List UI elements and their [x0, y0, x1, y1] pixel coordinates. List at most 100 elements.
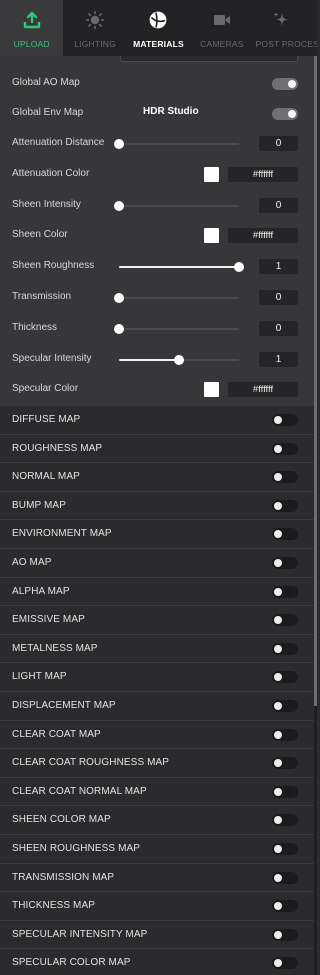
map-row-bump-map: BUMP MAP — [0, 492, 314, 521]
map-row-ao-map: AO MAP — [0, 549, 314, 578]
specular-color-swatch[interactable] — [204, 382, 219, 397]
global-ao-map-label: Global AO Map — [12, 77, 80, 88]
sheen-intensity-value[interactable]: 0 — [259, 198, 298, 213]
map-label: DISPLACEMENT MAP — [12, 700, 116, 711]
light-map-toggle[interactable] — [272, 671, 298, 684]
sheen-roughness-slider[interactable] — [119, 262, 244, 272]
sheen-color-map-toggle[interactable] — [272, 814, 298, 827]
tab-label-post-process: POST PROCESS — [255, 39, 317, 49]
sheen-color-hex[interactable]: #ffffff — [228, 228, 298, 243]
map-label: ROUGHNESS MAP — [12, 442, 103, 454]
toggle-knob — [288, 110, 296, 118]
diffuse-map-toggle[interactable] — [272, 414, 298, 426]
texture-map-list: DIFFUSE MAP ROUGHNESS MAP NORMAL MAP BUMP M… — [0, 406, 314, 975]
truncated-field[interactable] — [120, 56, 298, 62]
metalness-map-toggle[interactable] — [272, 642, 298, 655]
map-row-metalness-map: METALNESS MAP — [0, 635, 314, 664]
map-label: LIGHT MAP — [12, 671, 67, 683]
clear-coat-roughness-map-toggle[interactable] — [272, 757, 298, 770]
attenuation-distance-slider[interactable] — [114, 139, 239, 149]
row-global-env-map: Global Env Map HDR Studio — [0, 98, 314, 129]
sparkle-icon — [256, 9, 306, 31]
specular-intensity-value[interactable]: 1 — [259, 352, 298, 367]
toggle-knob — [274, 530, 282, 539]
row-global-ao-map: Global AO Map — [0, 68, 314, 99]
map-label: NORMAL MAP — [12, 471, 80, 483]
ao-map-toggle[interactable] — [272, 557, 298, 569]
specular-intensity-slider[interactable] — [119, 355, 239, 365]
sheen-color-swatch[interactable] — [204, 228, 219, 243]
map-row-roughness-map: ROUGHNESS MAP — [0, 435, 314, 464]
map-row-sheen-color-map: SHEEN COLOR MAP — [0, 806, 314, 835]
toggle-knob — [274, 473, 282, 482]
roughness-map-toggle[interactable] — [272, 442, 298, 455]
toggle-knob — [274, 845, 282, 853]
map-label: THICKNESS MAP — [12, 900, 95, 912]
clear-coat-normal-map-toggle[interactable] — [272, 785, 298, 798]
global-env-map-toggle[interactable] — [272, 108, 298, 120]
tab-upload[interactable]: UPLOAD — [0, 0, 64, 56]
sheen-roughness-map-toggle[interactable] — [272, 843, 298, 855]
specular-color-hex[interactable]: #ffffff — [228, 382, 298, 397]
bump-map-toggle[interactable] — [272, 499, 298, 512]
alpha-map-toggle[interactable] — [272, 585, 298, 598]
map-label: TRANSMISSION MAP — [12, 871, 115, 883]
slider-thumb[interactable] — [234, 262, 244, 272]
toggle-knob — [288, 80, 296, 88]
thickness-map-toggle[interactable] — [272, 900, 298, 913]
attenuation-color-label: Attenuation Color — [12, 168, 90, 179]
transmission-slider[interactable] — [114, 293, 239, 303]
map-row-clear-coat-map: CLEAR COAT MAP — [0, 721, 314, 750]
transmission-value[interactable]: 0 — [259, 290, 298, 305]
tab-label-upload: UPLOAD — [13, 39, 50, 49]
toggle-knob — [274, 730, 282, 739]
row-specular-color: Specular Color #ffffff — [0, 374, 314, 405]
thickness-value[interactable]: 0 — [259, 321, 298, 336]
slider-thumb[interactable] — [174, 355, 184, 365]
camera-icon — [212, 9, 232, 31]
map-row-transmission-map: TRANSMISSION MAP — [0, 864, 314, 893]
row-sheen-roughness: Sheen Roughness 1 — [0, 251, 314, 282]
global-ao-map-toggle[interactable] — [272, 78, 298, 90]
transmission-map-toggle[interactable] — [272, 871, 298, 884]
attenuation-color-hex[interactable]: #ffffff — [228, 167, 298, 182]
toggle-knob — [274, 587, 282, 596]
slider-thumb[interactable] — [114, 201, 124, 211]
clear-coat-map-toggle[interactable] — [272, 728, 298, 741]
transmission-label: Transmission — [12, 291, 72, 302]
toggle-knob — [274, 702, 282, 710]
specular-intensity-map-toggle[interactable] — [272, 928, 298, 941]
map-label: BUMP MAP — [12, 499, 66, 511]
map-label: CLEAR COAT MAP — [12, 728, 101, 740]
global-env-map-label: Global Env Map — [12, 107, 84, 118]
attenuation-distance-value[interactable]: 0 — [259, 136, 298, 151]
upload-icon — [22, 9, 42, 31]
sheen-intensity-slider[interactable] — [114, 201, 239, 211]
specular-intensity-label: Specular Intensity — [12, 353, 92, 364]
sheen-roughness-value[interactable]: 1 — [259, 259, 298, 274]
normal-map-toggle[interactable] — [272, 471, 298, 484]
row-sheen-color: Sheen Color #ffffff — [0, 220, 314, 251]
displacement-map-toggle[interactable] — [272, 700, 298, 712]
emissive-map-toggle[interactable] — [272, 614, 298, 627]
toggle-knob — [274, 644, 282, 653]
tab-post-process[interactable]: POST PROCESS — [254, 0, 317, 56]
attenuation-color-swatch[interactable] — [204, 167, 219, 182]
truncated-row — [0, 56, 314, 66]
toggle-knob — [274, 616, 282, 625]
specular-color-map-toggle[interactable] — [272, 957, 298, 970]
tab-lighting[interactable]: LIGHTING — [63, 0, 126, 56]
slider-thumb[interactable] — [114, 139, 124, 149]
slider-thumb[interactable] — [114, 293, 124, 303]
specular-color-label: Specular Color — [12, 383, 79, 394]
row-thickness: Thickness 0 — [0, 313, 314, 344]
thickness-slider[interactable] — [114, 324, 239, 334]
map-label: DIFFUSE MAP — [12, 414, 81, 425]
environment-map-toggle[interactable] — [272, 528, 298, 541]
scrollbar-thumb[interactable] — [314, 56, 317, 706]
thickness-label: Thickness — [12, 322, 58, 333]
tab-cameras[interactable]: CAMERAS — [190, 0, 253, 56]
tab-label-cameras: CAMERAS — [200, 39, 244, 49]
slider-thumb[interactable] — [114, 324, 124, 334]
tab-materials[interactable]: MATERIALS — [127, 0, 190, 56]
